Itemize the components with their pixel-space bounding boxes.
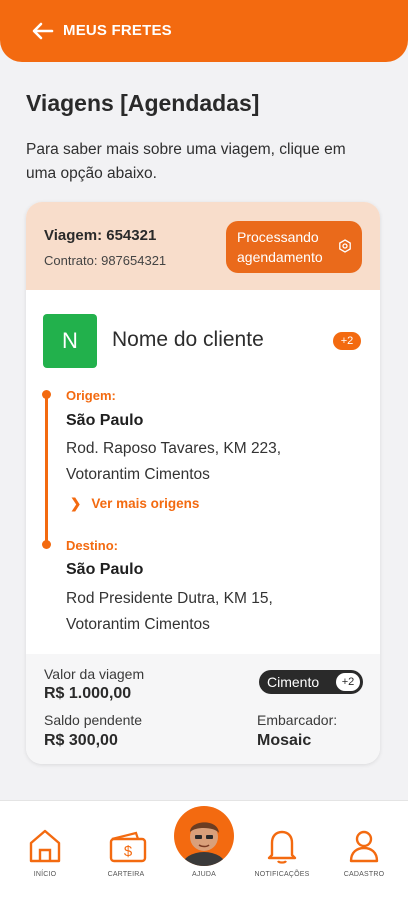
client-name: Nome do cliente (112, 328, 264, 351)
bell-icon (267, 830, 297, 864)
wallet-icon: $ (109, 831, 147, 863)
shipper-name: Mosaic (257, 732, 312, 749)
cargo-tag-label: Cimento (267, 674, 320, 690)
origin-dot (42, 390, 51, 399)
destination-address-line2: Votorantim Cimentos (66, 616, 210, 633)
trip-card[interactable]: Viagem: 654321 Contrato: 987654321 Proce… (26, 202, 380, 764)
origin-address-line1: Rod. Raposo Tavares, KM 223, (66, 440, 282, 457)
help-avatar-icon[interactable] (174, 806, 234, 866)
origin-label: Origem: (66, 388, 116, 403)
home-icon (29, 829, 61, 863)
nav-notificacoes[interactable]: NOTIFICAÇÕES (242, 801, 322, 898)
destination-dot (42, 540, 51, 549)
pending-balance: R$ 300,00 (44, 732, 118, 749)
more-origins-link[interactable]: ❯ Ver mais origens (70, 496, 199, 512)
client-count-badge: +2 (333, 332, 361, 350)
nav-cadastro[interactable]: CADASTRO (324, 801, 404, 898)
pending-balance-label: Saldo pendente (44, 712, 143, 728)
nav-label-carteira: CARTEIRA (107, 871, 145, 878)
trip-card-header: Viagem: 654321 Contrato: 987654321 Proce… (26, 202, 380, 290)
page-title: Viagens [Agendadas] (26, 90, 260, 116)
nav-label-inicio: INÍCIO (33, 871, 57, 878)
trip-value: R$ 1.000,00 (44, 685, 132, 702)
route-timeline (45, 393, 48, 545)
nav-label-cadastro: CADASTRO (343, 871, 385, 878)
help-character-illustration (182, 822, 226, 866)
trip-value-label: Valor da viagem (44, 666, 145, 682)
origin-address-line2: Votorantim Cimentos (66, 466, 210, 483)
more-origins-label: Ver mais origens (91, 496, 200, 511)
nav-label-ajuda: AJUDA (192, 871, 216, 878)
origin-city: São Paulo (66, 412, 144, 429)
cargo-count-badge: +2 (336, 673, 360, 691)
status-text: Processando agendamento (237, 229, 323, 265)
client-avatar: N (43, 314, 97, 368)
trip-card-footer: Valor da viagem R$ 1.000,00 Saldo penden… (26, 654, 380, 764)
svg-text:$: $ (124, 843, 133, 860)
cargo-tag: Cimento +2 (259, 670, 363, 694)
trip-id: Viagem: 654321 (44, 227, 157, 244)
page-subtitle: Para saber mais sobre uma viagem, clique… (26, 141, 346, 182)
top-bar: MEUS FRETES (0, 0, 408, 62)
hexagon-gear-icon (339, 239, 351, 253)
user-icon (349, 830, 379, 863)
destination-address-line1: Rod Presidente Dutra, KM 15, (66, 590, 273, 607)
status-badge: Processando agendamento (226, 221, 362, 273)
shipper-label: Embarcador: (257, 712, 338, 728)
contract-number: Contrato: 987654321 (44, 253, 167, 268)
chevron-right-icon: ❯ (70, 496, 82, 511)
arrow-left-icon[interactable] (30, 18, 56, 44)
destination-label: Destino: (66, 538, 118, 553)
nav-inicio[interactable]: INÍCIO (5, 801, 85, 898)
nav-label-notificacoes: NOTIFICAÇÕES (254, 871, 310, 878)
destination-city: São Paulo (66, 561, 144, 578)
header-title[interactable]: MEUS FRETES (63, 22, 172, 39)
nav-carteira[interactable]: $ CARTEIRA (86, 801, 166, 898)
